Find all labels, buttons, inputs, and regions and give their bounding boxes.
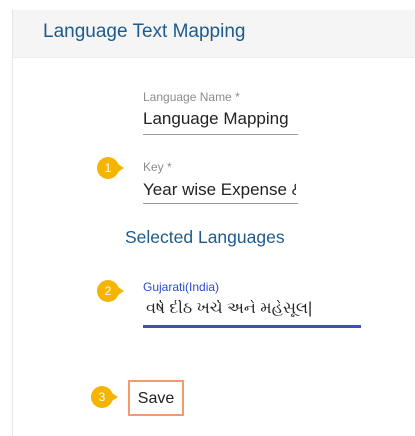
language-name-label: Language Name * <box>143 90 240 104</box>
step-badge-1: 1 <box>97 157 127 179</box>
pointer-arrow-icon <box>115 285 124 297</box>
key-input[interactable]: Year wise Expense & <box>143 180 296 200</box>
panel-title: Language Text Mapping <box>43 21 246 42</box>
selected-languages-title: Selected Languages <box>125 227 285 247</box>
panel-header: Language Text Mapping <box>13 10 415 58</box>
language-name-input[interactable]: Language Mapping <box>143 109 298 129</box>
gujarati-label: Gujarati(India) <box>143 280 220 294</box>
save-button[interactable]: Save <box>128 380 184 416</box>
key-underline <box>143 203 298 204</box>
gujarati-input[interactable]: વર્ષ દીઠ ખર્ચ અને મહેસૂલ| <box>146 300 356 318</box>
key-label: Key * <box>143 160 172 174</box>
step-badge-3: 3 <box>91 386 121 408</box>
pointer-arrow-icon <box>109 391 118 403</box>
gujarati-underline <box>143 325 361 328</box>
pointer-arrow-icon <box>115 162 124 174</box>
language-name-underline <box>143 134 298 135</box>
language-text-mapping-panel: Language Text Mapping Language Name * La… <box>12 10 415 436</box>
step-badge-2: 2 <box>97 280 127 302</box>
